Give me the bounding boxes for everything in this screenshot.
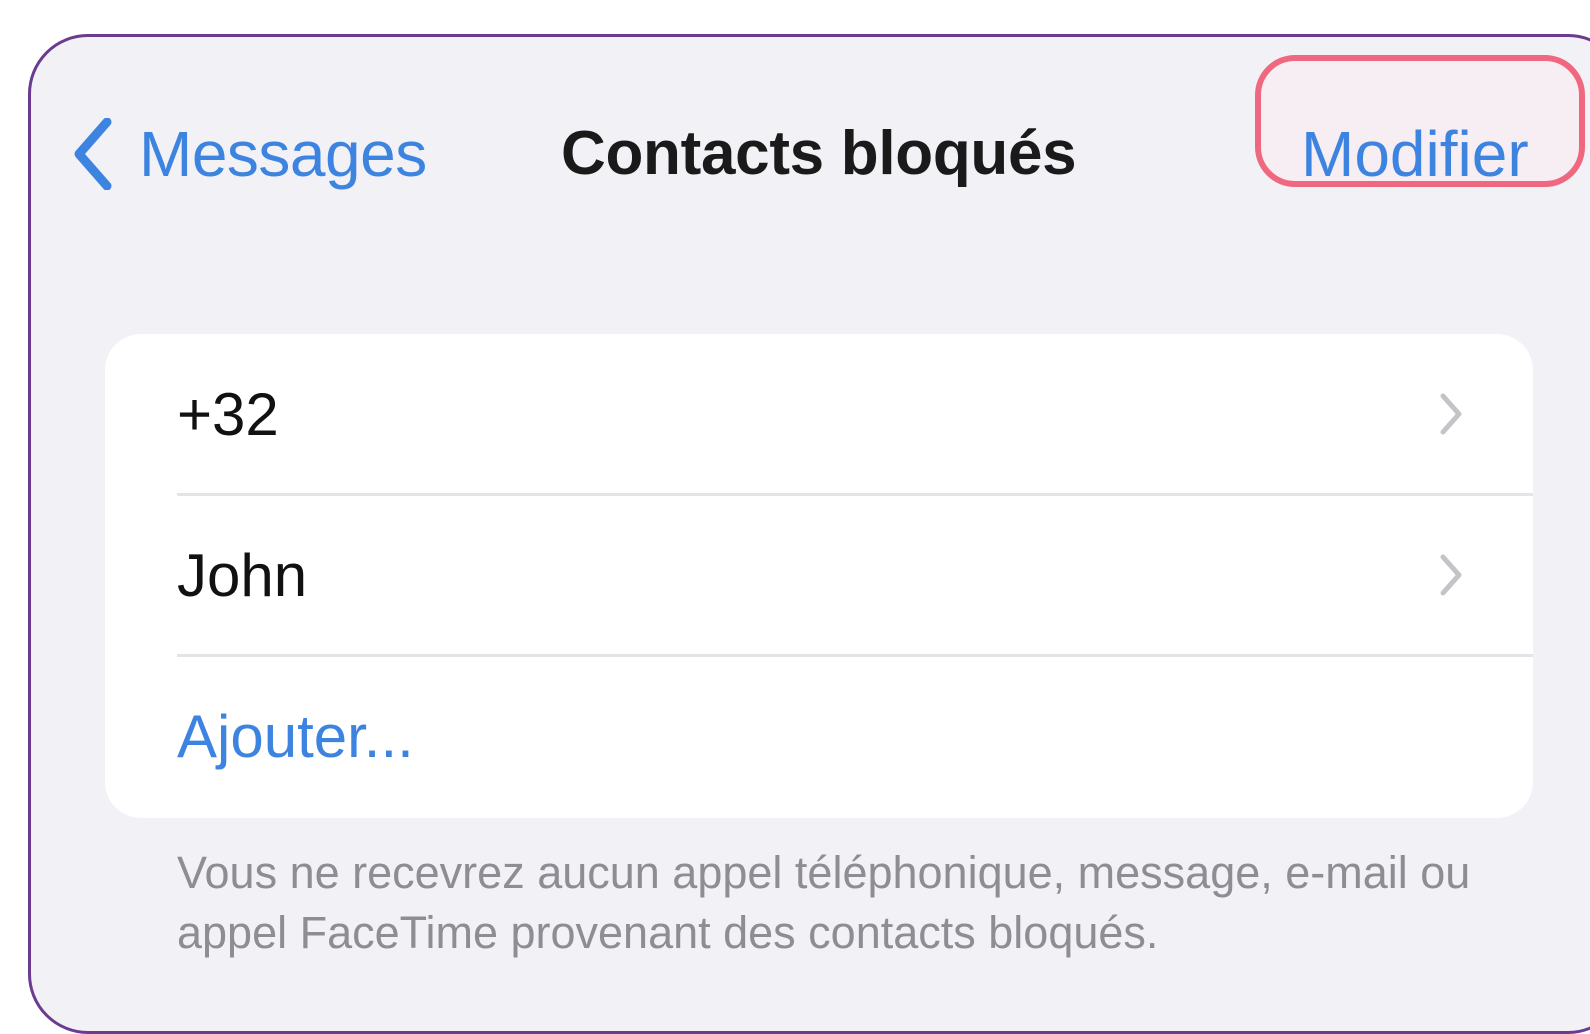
blocked-contacts-list: +32 John Ajouter... bbox=[105, 334, 1533, 818]
blocked-contact-row[interactable]: John bbox=[105, 495, 1533, 656]
add-blocked-contact-label: Ajouter... bbox=[177, 703, 414, 770]
blocked-contact-label: +32 bbox=[177, 381, 279, 448]
add-blocked-contact-button[interactable]: Ajouter... bbox=[105, 656, 1533, 817]
blocked-contacts-footnote: Vous ne recevrez aucun appel téléphoniqu… bbox=[177, 847, 1471, 958]
edit-button[interactable]: Modifier bbox=[1301, 109, 1529, 199]
back-button[interactable]: Messages bbox=[73, 109, 427, 199]
chevron-right-icon bbox=[1440, 554, 1462, 596]
chevron-left-icon bbox=[74, 118, 112, 190]
chevron-right-icon bbox=[1440, 393, 1462, 435]
back-button-label: Messages bbox=[139, 118, 427, 190]
settings-screen: Messages Contacts bloqués Modifier +32 J… bbox=[28, 34, 1590, 1034]
blocked-contact-label: John bbox=[177, 542, 308, 609]
page-title: Contacts bloqués bbox=[561, 119, 1077, 188]
blocked-contact-row[interactable]: +32 bbox=[105, 334, 1533, 495]
